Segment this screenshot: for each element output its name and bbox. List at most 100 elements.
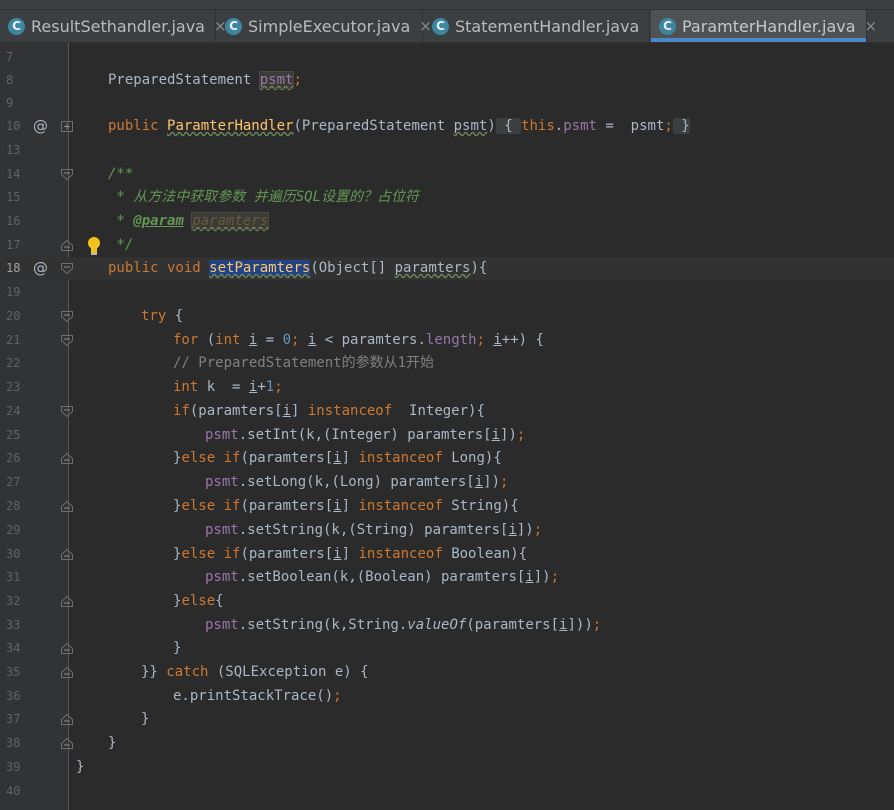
fold-collapse-icon[interactable]	[61, 169, 73, 180]
code-token: = psmt	[596, 118, 665, 134]
code-token: (paramters[	[240, 546, 334, 562]
code-token: try	[141, 308, 167, 324]
code-token: int	[215, 332, 249, 348]
fold-collapse-icon[interactable]	[61, 406, 73, 417]
line-number: 26	[6, 451, 21, 465]
code-line: 26 }else if(paramters[i] instanceof Long…	[0, 447, 894, 470]
close-icon[interactable]: ×	[865, 17, 878, 35]
intention-bulb-icon[interactable]	[86, 236, 102, 256]
line-number: 24	[6, 404, 21, 418]
fold-end-icon[interactable]	[61, 453, 73, 464]
line-number: 27	[6, 475, 21, 489]
code-token: i	[474, 474, 484, 490]
code-token: (SQLException e) {	[216, 664, 369, 680]
fold-end-icon[interactable]	[61, 240, 73, 251]
code-token: ])	[516, 522, 534, 538]
code-token: (paramters[	[189, 403, 283, 419]
code-line: 17 */	[0, 234, 894, 257]
code-token: }	[173, 640, 182, 656]
line-number: 40	[6, 784, 21, 798]
code-line: 31 psmt.setBoolean(k,(Boolean) paramters…	[0, 566, 894, 589]
code-token: i	[491, 427, 501, 443]
doc-comment: */	[108, 237, 134, 253]
fold-end-icon[interactable]	[61, 596, 73, 607]
code-token[interactable]: {	[495, 118, 522, 134]
code-line: 29 psmt.setString(k,(String) paramters[i…	[0, 519, 894, 542]
code-token: psmt	[205, 474, 239, 490]
code-token: public	[108, 118, 168, 134]
code-token: Integer){	[409, 403, 485, 419]
override-icon[interactable]: @	[33, 115, 48, 137]
code-token: }	[108, 735, 117, 751]
code-token: ;	[533, 522, 543, 538]
editor-tab-bar: C ResultSethandler.java × C SimpleExecut…	[0, 0, 894, 43]
tab-label: ResultSethandler.java	[31, 16, 205, 36]
line-number: 21	[6, 333, 21, 347]
code-token: )	[487, 118, 496, 134]
code-token: {	[215, 593, 224, 609]
fold-collapse-icon[interactable]	[61, 311, 73, 322]
code-token: else	[181, 593, 216, 609]
line-number: 37	[6, 712, 21, 726]
code-token: .setLong(k,(Long) paramters[	[238, 474, 475, 490]
code-token: psmt	[205, 522, 239, 538]
code-token: for	[173, 332, 207, 348]
code-line: 38 }	[0, 732, 894, 755]
code-line: 19	[0, 281, 894, 304]
code-token: ;	[516, 427, 526, 443]
code-line-current: 18 @ public void setParamters(Object[] p…	[0, 257, 894, 280]
override-icon[interactable]: @	[33, 257, 48, 279]
code-token: i	[282, 403, 292, 419]
tab-label: SimpleExecutor.java	[248, 16, 411, 36]
code-token: instanceof	[358, 498, 452, 514]
code-token: psmt	[258, 71, 295, 89]
code-token: e.printStackTrace()	[173, 688, 334, 704]
line-number: 28	[6, 499, 21, 513]
code-editor[interactable]: 7 8 PreparedStatement psmt; 9 10 @ publi…	[0, 43, 894, 810]
code-token: ]	[291, 403, 308, 419]
code-token: instanceof	[358, 450, 452, 466]
tab-statementhandler[interactable]: C StatementHandler.java ×	[424, 10, 661, 42]
fold-end-icon[interactable]	[61, 667, 73, 678]
code-token: i	[508, 522, 517, 538]
tab-paramterhandler[interactable]: C ParamterHandler.java ×	[651, 10, 877, 42]
code-line: 39 }	[0, 756, 894, 779]
code-token: ;	[291, 332, 308, 348]
code-token: i	[525, 569, 534, 585]
code-token: else if	[181, 450, 241, 466]
code-token: ){	[470, 260, 488, 276]
line-number: 31	[6, 570, 21, 584]
code-token: ]))	[567, 617, 593, 633]
fold-collapse-icon[interactable]	[61, 263, 73, 274]
code-token: ]	[341, 498, 359, 514]
code-token: ;	[293, 72, 302, 88]
java-class-icon: C	[8, 17, 25, 35]
code-token: .setString(k,(String) paramters[	[238, 522, 509, 538]
line-number: 14	[6, 167, 21, 181]
fold-end-icon[interactable]	[61, 501, 73, 512]
fold-end-icon[interactable]	[61, 549, 73, 560]
code-token: Boolean){	[451, 546, 528, 562]
line-number: 10	[6, 119, 21, 133]
code-token: i	[493, 332, 502, 348]
fold-expand-icon[interactable]	[61, 121, 73, 132]
code-token: *	[108, 213, 134, 229]
tab-simpleexecutor[interactable]: C SimpleExecutor.java ×	[217, 10, 432, 42]
code-token: }	[141, 711, 150, 727]
code-line: 24 if(paramters[i] instanceof Integer){	[0, 400, 894, 423]
fold-end-icon[interactable]	[61, 643, 73, 654]
tab-resultsethandler[interactable]: C ResultSethandler.java ×	[0, 10, 227, 42]
fold-collapse-icon[interactable]	[61, 335, 73, 346]
line-number: 29	[6, 523, 21, 537]
code-token: i	[333, 450, 342, 466]
code-token: < paramters.	[316, 332, 426, 348]
code-token: 1	[265, 379, 275, 395]
code-token: ]	[341, 450, 359, 466]
code-token: if	[173, 403, 190, 419]
java-class-icon: C	[659, 17, 676, 35]
code-token: .setBoolean(k,(Boolean) paramters[	[238, 569, 526, 585]
fold-end-icon[interactable]	[61, 714, 73, 725]
fold-end-icon[interactable]	[61, 738, 73, 749]
code-token: .setInt(k,(Integer) paramters[	[238, 427, 492, 443]
code-token[interactable]: }	[672, 118, 690, 134]
